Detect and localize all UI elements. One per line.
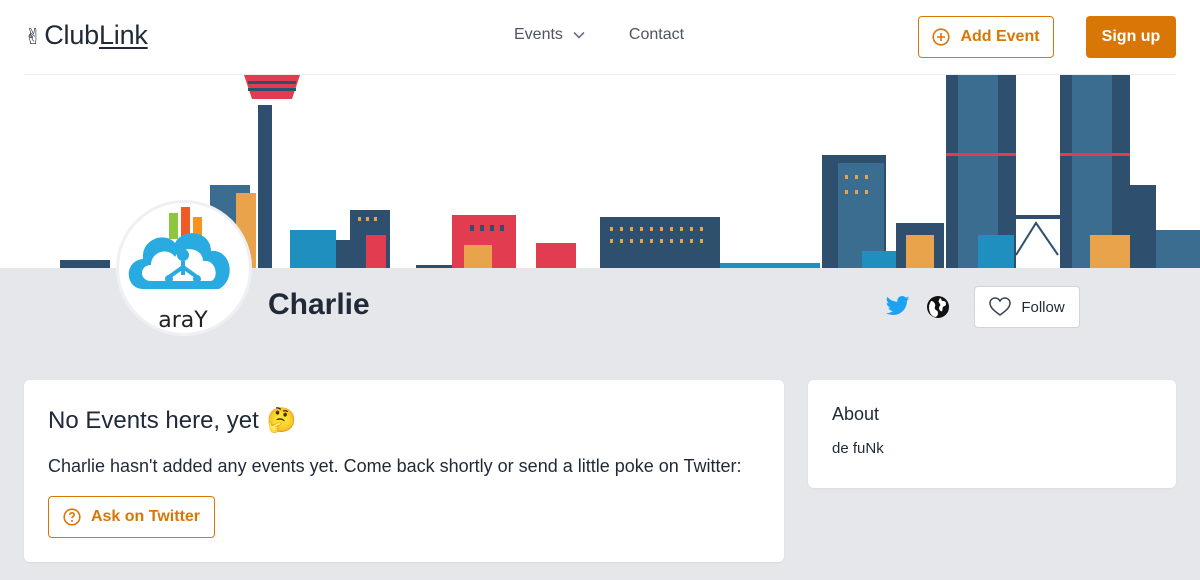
add-event-button[interactable]: Add Event — [918, 16, 1054, 58]
events-card-title: No Events here, yet 🤔 — [48, 406, 297, 435]
about-text: de fuNk — [832, 440, 884, 457]
nav-events-dropdown[interactable]: Events — [514, 26, 585, 44]
add-event-label: Add Event — [960, 28, 1040, 45]
follow-button[interactable]: Follow — [974, 286, 1080, 328]
victory-hand-icon: ✌ — [24, 24, 43, 49]
question-circle-icon — [63, 508, 81, 526]
sign-up-button[interactable]: Sign up — [1086, 16, 1176, 58]
globe-icon[interactable] — [926, 295, 950, 324]
main-nav: Events Contact — [514, 26, 684, 44]
top-navbar: ✌ Club Link Events Contact Add Event Sign… — [0, 0, 1200, 75]
clublink-logo[interactable]: ✌ Club Link — [24, 20, 148, 51]
logo-text-link: Link — [98, 20, 148, 50]
avatar-logo-text: araY — [158, 308, 208, 333]
events-card: No Events here, yet 🤔 Charlie hasn't add… — [24, 380, 784, 562]
logo-text-club: Club — [44, 20, 99, 50]
sign-up-label: Sign up — [1101, 28, 1161, 45]
plus-circle-icon — [932, 28, 951, 46]
nav-contact-link[interactable]: Contact — [629, 26, 684, 44]
nav-events-label: Events — [514, 26, 563, 43]
about-title: About — [832, 404, 880, 424]
heart-icon — [989, 297, 1012, 316]
profile-name: Charlie — [268, 288, 370, 321]
chevron-down-icon — [573, 26, 585, 44]
ask-on-twitter-label: Ask on Twitter — [90, 508, 201, 525]
about-card: About de fuNk — [808, 380, 1176, 488]
follow-label: Follow — [1021, 298, 1065, 316]
no-events-message: Charlie hasn't added any events yet. Com… — [48, 456, 742, 476]
twitter-icon[interactable] — [885, 295, 910, 322]
events-title-text: No Events here, yet — [48, 406, 259, 434]
profile-avatar: araY — [116, 200, 252, 336]
ask-on-twitter-button[interactable]: Ask on Twitter — [48, 496, 215, 538]
thinking-face-icon: 🤔 — [266, 407, 297, 434]
nav-contact-label: Contact — [628, 26, 685, 43]
